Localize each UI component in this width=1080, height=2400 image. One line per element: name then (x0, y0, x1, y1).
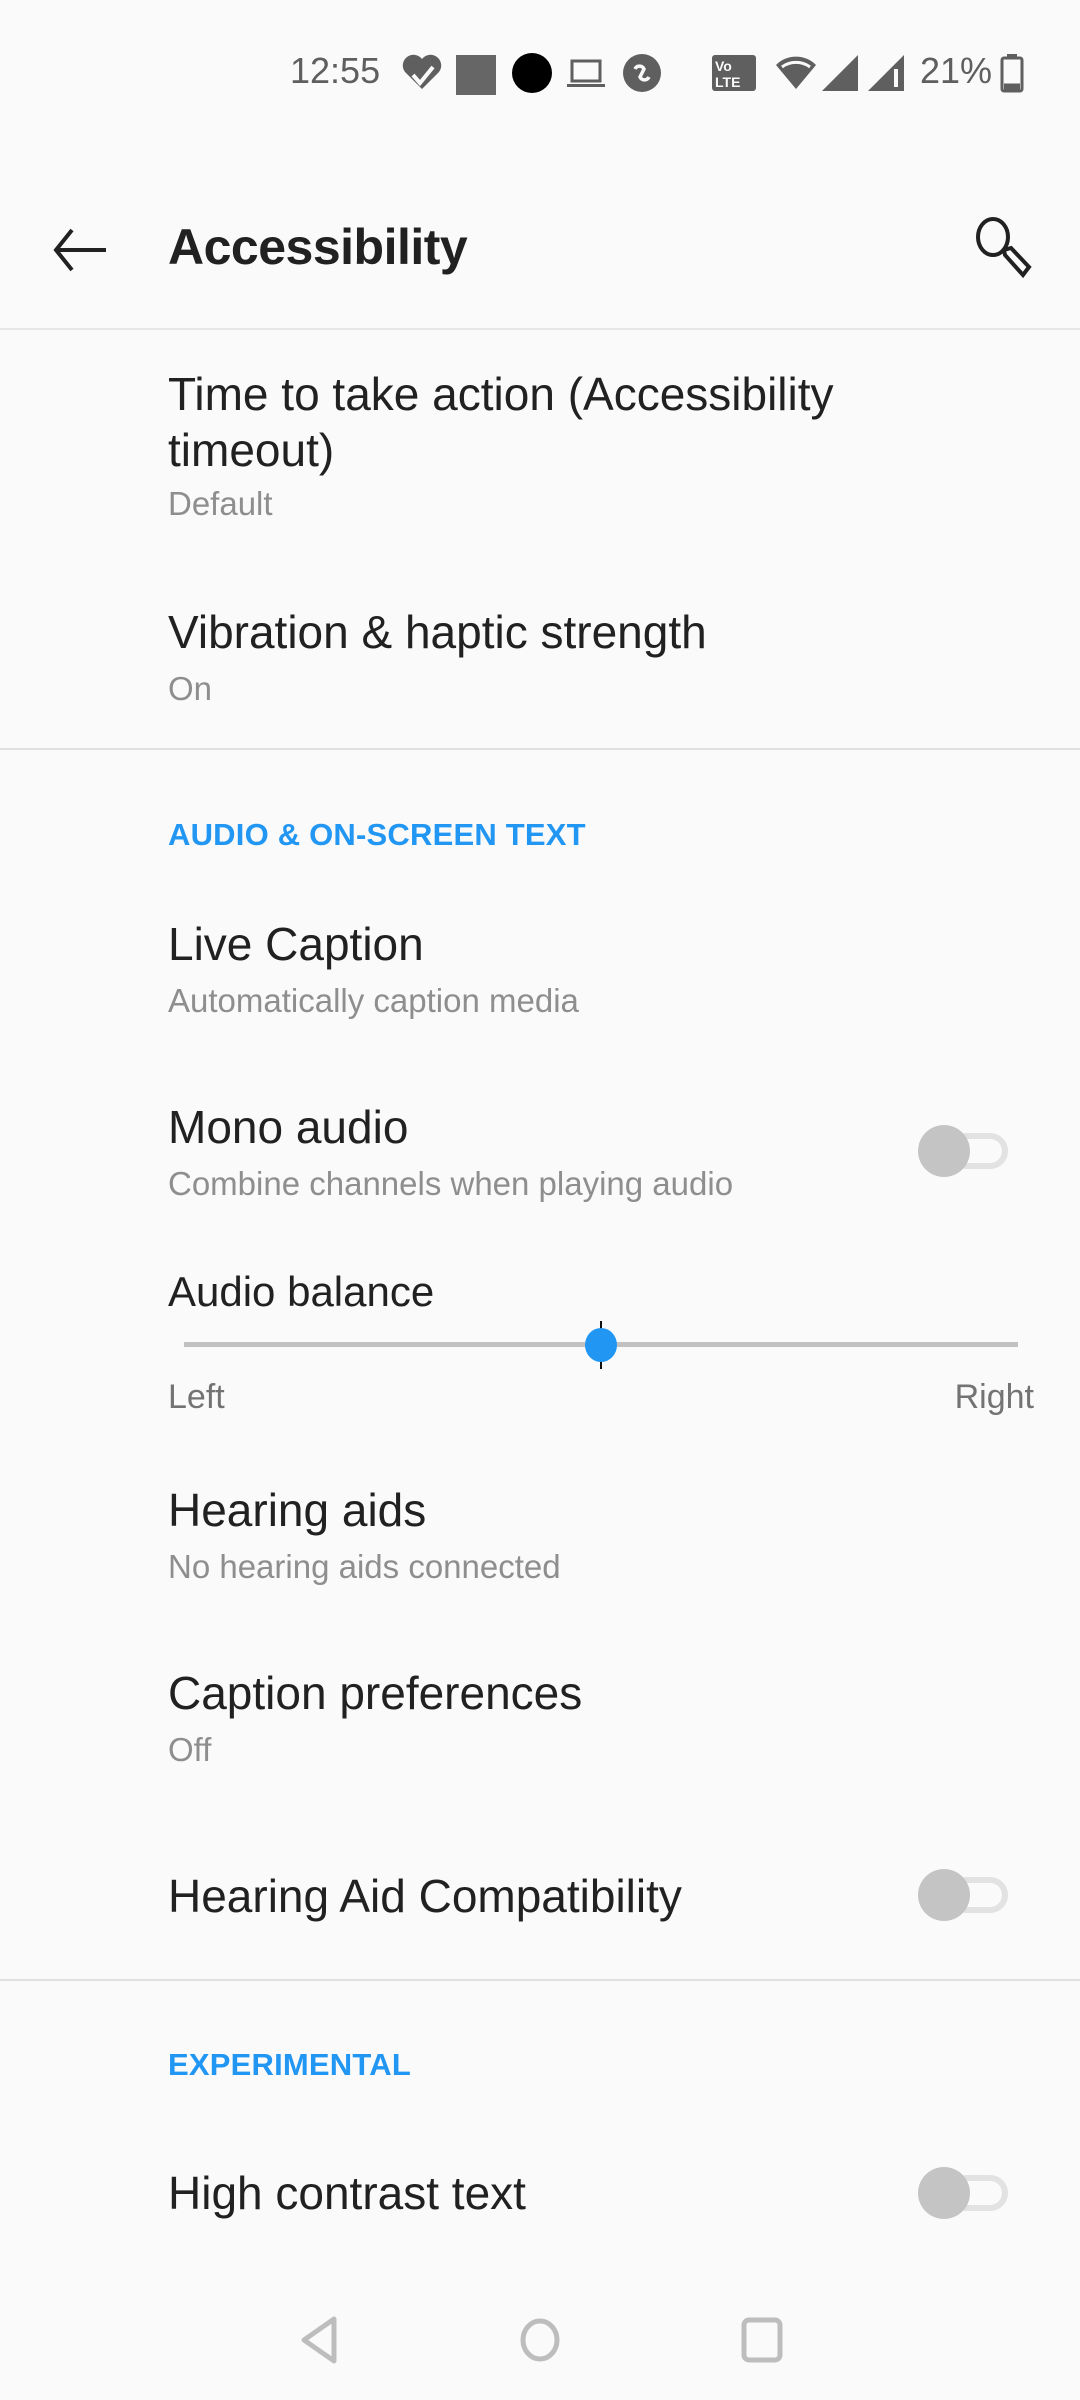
battery-icon (1000, 54, 1024, 93)
item-subtitle: Automatically caption media (168, 982, 579, 1019)
section-header-experimental: EXPERIMENTAL (168, 2047, 411, 2082)
item-subtitle: No hearing aids connected (168, 1548, 561, 1585)
laptop-icon (567, 59, 605, 87)
item-subtitle: On (168, 670, 213, 707)
item-title: Time to take action (Accessibility timeo… (168, 368, 834, 476)
high-contrast-text-item[interactable]: High contrast text (0, 2135, 1080, 2255)
slider-thumb[interactable] (585, 1328, 617, 1362)
live-caption-item[interactable]: Live Caption Automatically caption media (0, 900, 1080, 1060)
svg-text:LTE: LTE (715, 74, 740, 90)
item-title: Live Caption (168, 918, 424, 970)
divider (0, 748, 1080, 750)
caption-preferences-item[interactable]: Caption preferences Off (0, 1655, 1080, 1815)
battery-percent: 21% (920, 50, 993, 91)
item-title: Hearing aids (168, 1484, 427, 1536)
nav-home-button[interactable] (510, 2310, 570, 2370)
audio-balance-slider[interactable] (184, 1320, 1018, 1370)
search-button[interactable] (958, 202, 1048, 292)
nav-back-button[interactable] (290, 2310, 350, 2370)
gallery-icon (456, 55, 496, 95)
balance-right-label: Right (954, 1378, 1034, 1416)
item-title: Audio balance (168, 1268, 435, 1315)
page-title: Accessibility (168, 219, 468, 275)
status-time: 12:55 (290, 50, 381, 91)
nav-recents-icon (741, 2317, 783, 2363)
accessibility-timeout-item[interactable]: Time to take action (Accessibility timeo… (0, 340, 1080, 560)
sync-icon (623, 54, 661, 92)
navigation-bar (0, 2270, 1080, 2400)
high-contrast-text-toggle[interactable] (918, 2163, 1008, 2223)
nav-home-icon (520, 2318, 560, 2362)
divider (0, 1979, 1080, 1981)
hearing-aids-item[interactable]: Hearing aids No hearing aids connected (0, 1470, 1080, 1630)
mono-audio-toggle[interactable] (918, 1121, 1008, 1181)
arrow-left-icon (53, 228, 106, 272)
item-title: High contrast text (168, 2167, 526, 2219)
status-bar: 12:55 Vo LTE 21% (0, 0, 1080, 140)
hearing-aid-compatibility-toggle[interactable] (918, 1865, 1008, 1925)
signal-2-icon (868, 55, 904, 91)
signal-1-icon (822, 55, 858, 91)
back-button[interactable] (40, 210, 120, 290)
volte-icon: Vo LTE (712, 55, 756, 91)
item-subtitle: Default (168, 485, 273, 522)
toggle-thumb (918, 1869, 970, 1921)
toggle-thumb (918, 2167, 970, 2219)
toolbar: Accessibility (0, 180, 1080, 330)
svg-text:Vo: Vo (715, 58, 732, 74)
health-icon (402, 54, 442, 89)
item-title: Hearing Aid Compatibility (168, 1870, 682, 1922)
hearing-aid-compatibility-item[interactable]: Hearing Aid Compatibility (0, 1840, 1080, 1980)
section-header-audio: AUDIO & ON-SCREEN TEXT (168, 817, 586, 852)
dot-icon (512, 53, 552, 93)
toggle-thumb (918, 1125, 970, 1177)
vibration-haptic-item[interactable]: Vibration & haptic strength On (0, 580, 1080, 750)
mono-audio-item[interactable]: Mono audio Combine channels when playing… (0, 1085, 1080, 1235)
item-title: Mono audio (168, 1101, 409, 1153)
balance-left-label: Left (168, 1378, 225, 1416)
nav-recents-button[interactable] (732, 2310, 792, 2370)
nav-back-icon (301, 2316, 337, 2364)
search-icon (976, 217, 1032, 279)
item-title: Caption preferences (168, 1667, 583, 1719)
item-title: Vibration & haptic strength (168, 606, 707, 658)
item-subtitle: Combine channels when playing audio (168, 1165, 734, 1202)
item-subtitle: Off (168, 1731, 212, 1768)
wifi-icon (776, 56, 816, 89)
